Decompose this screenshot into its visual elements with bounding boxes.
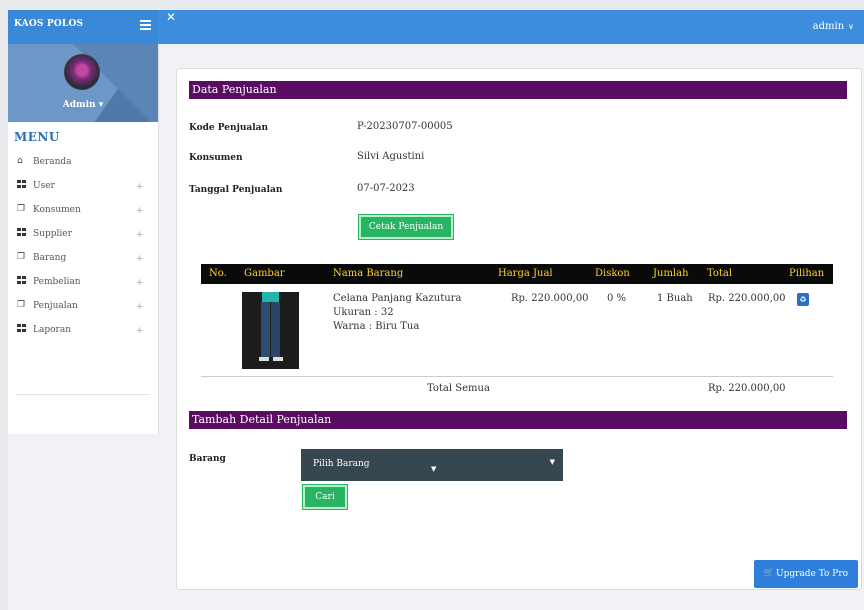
home-icon: ⌂ <box>17 156 23 166</box>
profile-dropdown[interactable]: Admin ▾ <box>8 100 158 110</box>
grid-icon <box>17 276 27 287</box>
sidebar-item-label: Konsumen <box>33 205 81 215</box>
barang-label: Barang <box>189 454 226 464</box>
profile-name: Admin <box>62 100 96 110</box>
tanggal-penjualan-value: 07-07-2023 <box>357 183 415 194</box>
column-header-nama-barang: Nama Barang <box>333 268 404 279</box>
section-title: Data Penjualan <box>192 83 277 96</box>
kode-penjualan-value: P-20230707-00005 <box>357 121 453 132</box>
product-discount: 0 % <box>607 293 627 304</box>
caret-down-icon: ▼ <box>549 458 555 466</box>
kode-penjualan-label: Kode Penjualan <box>189 123 269 133</box>
sidebar-item-label: User <box>33 181 55 191</box>
sidebar-item-laporan[interactable]: Laporan + <box>8 320 158 344</box>
plus-icon: + <box>136 206 144 216</box>
menu-heading: MENU <box>14 130 60 144</box>
sidebar-item-penjualan[interactable]: ❐ Penjualan + <box>8 296 158 320</box>
plus-icon: + <box>136 230 144 240</box>
upgrade-to-pro-button[interactable]: 🛒 Upgrade To Pro <box>754 560 858 588</box>
sidebar-item-label: Pembelian <box>33 277 81 287</box>
cart-icon: 🛒 <box>763 568 775 578</box>
upgrade-label: Upgrade To Pro <box>776 569 849 579</box>
caret-down-icon: ▼ <box>431 465 437 473</box>
grid-icon <box>17 180 27 191</box>
sidebar-menu: ⌂ Beranda User + ❐ Konsumen + Supplier +… <box>8 152 158 344</box>
sidebar-item-label: Barang <box>33 253 67 263</box>
column-header-gambar: Gambar <box>244 268 285 279</box>
section-title: Tambah Detail Penjualan <box>192 413 332 426</box>
chevron-down-icon: ∨ <box>848 22 854 31</box>
product-image <box>242 292 299 369</box>
product-quantity: 1 Buah <box>657 293 693 304</box>
cari-button[interactable]: Cari <box>303 485 347 509</box>
user-dropdown[interactable]: admin ∨ <box>813 21 854 32</box>
column-header-jumlah: Jumlah <box>653 268 689 279</box>
sidebar-item-label: Supplier <box>33 229 72 239</box>
copy-icon: ❐ <box>17 252 26 262</box>
sidebar-item-pembelian[interactable]: Pembelian + <box>8 272 158 296</box>
plus-icon: + <box>136 326 144 336</box>
cetak-penjualan-button[interactable]: Cetak Penjualan <box>359 215 453 239</box>
sidebar-profile: Admin ▾ <box>8 44 158 122</box>
product-size: Ukuran : 32 <box>333 307 394 318</box>
grid-icon <box>17 228 27 239</box>
plus-icon: + <box>136 302 144 312</box>
sidebar-item-supplier[interactable]: Supplier + <box>8 224 158 248</box>
copy-icon: ❐ <box>17 204 26 214</box>
caret-down-icon: ▾ <box>98 100 104 110</box>
total-semua-value: Rp. 220.000,00 <box>708 383 786 394</box>
sidebar-item-label: Laporan <box>33 325 71 335</box>
column-header-diskon: Diskon <box>595 268 630 279</box>
product-total: Rp. 220.000,00 <box>708 293 786 304</box>
konsumen-label: Konsumen <box>189 153 243 163</box>
select-value: Pilih Barang <box>313 459 370 469</box>
column-header-pilihan: Pilihan <box>789 268 825 279</box>
tanggal-penjualan-label: Tanggal Penjualan <box>189 185 283 195</box>
avatar <box>64 54 100 90</box>
table-header: No. Gambar Nama Barang Harga Jual Diskon… <box>201 264 833 284</box>
fullscreen-icon[interactable]: ✕ <box>166 10 176 24</box>
plus-icon: + <box>136 182 144 192</box>
total-semua-label: Total Semua <box>427 383 490 394</box>
recycle-bin-icon[interactable]: ♻ <box>797 293 809 306</box>
sidebar-item-beranda[interactable]: ⌂ Beranda <box>8 152 158 176</box>
konsumen-value: Silvi Agustini <box>357 151 425 162</box>
sidebar-item-barang[interactable]: ❐ Barang + <box>8 248 158 272</box>
brand-title[interactable]: KAOS POLOS <box>14 19 83 29</box>
table-divider <box>201 376 833 377</box>
user-name: admin <box>812 21 845 32</box>
sidebar: Admin ▾ MENU ⌂ Beranda User + ❐ Konsumen… <box>8 44 159 434</box>
column-header-total: Total <box>707 268 733 279</box>
sidebar-item-label: Penjualan <box>33 301 78 311</box>
hamburger-menu-icon[interactable] <box>140 20 151 30</box>
column-header-harga-jual: Harga Jual <box>498 268 553 279</box>
sidebar-item-label: Beranda <box>33 157 72 167</box>
plus-icon: + <box>136 278 144 288</box>
top-navbar: KAOS POLOS ✕ admin ∨ <box>8 10 864 44</box>
app-frame: KAOS POLOS ✕ admin ∨ Admin ▾ MENU ⌂ Beran… <box>8 10 864 610</box>
sidebar-item-konsumen[interactable]: ❐ Konsumen + <box>8 200 158 224</box>
product-price: Rp. 220.000,00 <box>511 293 589 304</box>
content-card: Data Penjualan Kode Penjualan P-20230707… <box>176 68 862 590</box>
product-color: Warna : Biru Tua <box>333 321 420 332</box>
product-name: Celana Panjang Kazutura <box>333 293 462 304</box>
column-header-no: No. <box>209 268 227 279</box>
section-header-tambah-detail: Tambah Detail Penjualan <box>189 411 847 429</box>
grid-icon <box>17 324 27 335</box>
menu-divider <box>16 394 150 395</box>
plus-icon: + <box>136 254 144 264</box>
barang-select[interactable]: Pilih Barang ▼ ▼ <box>301 449 563 481</box>
section-header-data-penjualan: Data Penjualan <box>189 81 847 99</box>
sidebar-item-user[interactable]: User + <box>8 176 158 200</box>
brand-area: KAOS POLOS <box>8 10 158 44</box>
copy-icon: ❐ <box>17 300 26 310</box>
